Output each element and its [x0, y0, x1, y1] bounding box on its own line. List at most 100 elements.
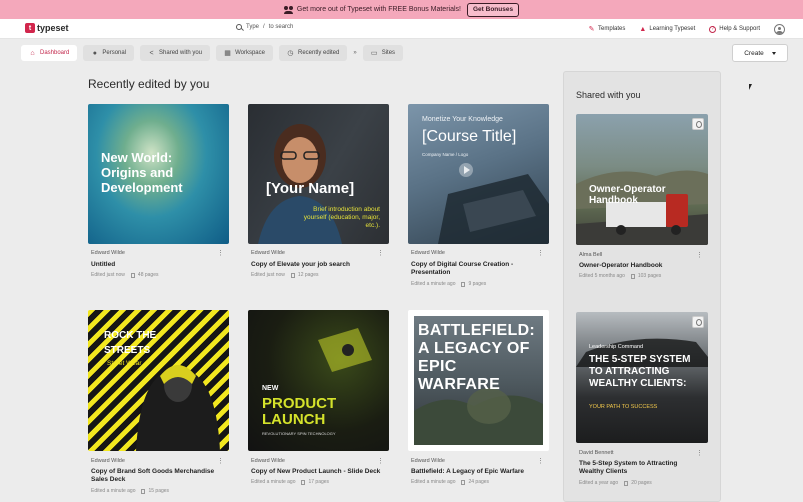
kebab-menu-icon[interactable]: ⋮ — [537, 458, 544, 465]
document-meta: Edited a minute ago 15 pages — [91, 488, 169, 494]
laptop-photo — [438, 163, 549, 244]
user-icon: ● — [92, 49, 97, 57]
battle-photo: BATTLEFIELD: A LEGACY OF EPIC WARFARE — [414, 316, 543, 445]
thumbnail-title: Owner-Operator Handbook — [589, 184, 666, 206]
document-meta: Edited a minute ago 9 pages — [411, 281, 486, 287]
document-thumbnail[interactable]: Leadership Command THE 5-STEP SYSTEM TO … — [576, 312, 708, 443]
thumbnail-subtitle: REVOLUTIONARY SPIN TECHNOLOGY — [262, 431, 336, 436]
search-bar[interactable]: Type / to search — [236, 24, 293, 30]
tab-recently-edited[interactable]: ◷ Recently edited — [278, 45, 348, 61]
thumbnail-kicker: Leadership Command — [589, 344, 644, 350]
document-author: Edward Wilde — [411, 458, 445, 464]
tab-label: Recently edited — [297, 50, 340, 56]
edited-time: Edited just now — [91, 272, 125, 278]
tab-personal[interactable]: ● Personal — [83, 45, 135, 61]
recent-section-title: Recently edited by you — [88, 77, 210, 91]
document-author: Edward Wilde — [251, 458, 285, 464]
document-title[interactable]: The 5-Step System to Attracting Wealthy … — [579, 460, 694, 476]
document-thumbnail[interactable]: ROCK THE STREETS Street Wear — [88, 310, 229, 451]
truck-photo — [576, 170, 708, 245]
tab-shared-with-you[interactable]: < Shared with you — [140, 45, 211, 61]
thumbnail-title: [Your Name] — [266, 180, 355, 197]
page-count: 103 pages — [637, 273, 662, 279]
chevron-down-icon — [771, 51, 776, 55]
document-title[interactable]: Battlefield: A Legacy of Epic Warfare — [411, 468, 546, 476]
document-thumbnail[interactable]: Owner-Operator Handbook — [576, 114, 708, 245]
page-count: 12 pages — [297, 272, 319, 278]
tab-label: Workspace — [235, 50, 265, 56]
tab-label: Sites — [381, 50, 396, 56]
tab-sites[interactable]: ▭ Sites — [362, 45, 404, 61]
document-meta: Edited a year ago 20 pages — [579, 480, 652, 486]
document-thumbnail[interactable]: Monetize Your Knowledge [Course Title] C… — [408, 104, 549, 244]
edited-time: Edited a year ago — [579, 480, 619, 486]
get-bonuses-button[interactable]: Get Bonuses — [466, 2, 520, 17]
help-support-link[interactable]: ? Help & Support — [709, 25, 760, 33]
page-icon — [624, 480, 629, 486]
document-title[interactable]: Copy of Elevate your job search — [251, 261, 386, 269]
edited-time: Edited a minute ago — [251, 479, 296, 485]
document-meta: Edited just now 48 pages — [91, 272, 159, 278]
learning-label: Learning Typeset — [649, 26, 696, 32]
avatar[interactable] — [774, 23, 785, 35]
search-hint-separator: / — [263, 24, 265, 30]
page-icon — [630, 273, 635, 279]
kebab-menu-icon[interactable]: ⋮ — [696, 252, 703, 259]
document-title[interactable]: Copy of Brand Soft Goods Merchandise Sal… — [91, 468, 221, 484]
document-title[interactable]: Owner-Operator Handbook — [579, 262, 704, 270]
templates-link[interactable]: ✎ Templates — [588, 26, 626, 33]
document-author: Alma Bell — [579, 252, 603, 258]
document-author: Edward Wilde — [91, 250, 125, 256]
tab-workspace[interactable]: ▦ Workspace — [216, 45, 273, 61]
thumbnail-title: ROCK THE STREETS — [104, 330, 157, 356]
document-title[interactable]: Untitled — [91, 261, 221, 269]
create-label: Create — [744, 49, 764, 57]
document-meta: Edited just now 12 pages — [251, 272, 319, 278]
document-meta: Edited a minute ago 24 pages — [411, 479, 489, 485]
clock-icon: ◷ — [287, 50, 294, 57]
page-icon — [461, 479, 466, 485]
document-author: Edward Wilde — [411, 250, 445, 256]
edited-time: Edited a minute ago — [91, 488, 136, 494]
shared-badge-icon — [692, 316, 704, 328]
shared-badge-icon — [692, 118, 704, 130]
search-hint-right: to search — [268, 24, 294, 30]
kebab-menu-icon[interactable]: ⋮ — [217, 250, 224, 257]
shared-section-title: Shared with you — [576, 90, 641, 100]
kebab-menu-icon[interactable]: ⋮ — [377, 458, 384, 465]
kebab-menu-icon[interactable]: ⋮ — [377, 250, 384, 257]
kebab-menu-icon[interactable]: ⋮ — [217, 458, 224, 465]
kebab-menu-icon[interactable]: ⋮ — [537, 250, 544, 257]
document-title[interactable]: Copy of New Product Launch - Slide Deck — [251, 468, 386, 476]
graduation-cap-icon: ▲ — [639, 25, 647, 33]
mouse-cursor — [749, 84, 752, 90]
tab-separator: » — [353, 50, 357, 56]
tab-label: Personal — [102, 50, 127, 56]
document-title[interactable]: Copy of Digital Course Creation - Presen… — [411, 261, 531, 277]
tab-dashboard[interactable]: ⌂ Dashboard — [21, 45, 78, 61]
page-count: 15 pages — [148, 488, 170, 494]
edited-time: Edited a minute ago — [411, 281, 456, 287]
create-button[interactable]: Create — [732, 44, 788, 62]
logo-text: typeset — [37, 23, 69, 33]
learning-typeset-link[interactable]: ▲ Learning Typeset — [639, 26, 695, 33]
help-icon: ? — [709, 25, 717, 33]
document-thumbnail[interactable]: BATTLEFIELD: A LEGACY OF EPIC WARFARE — [408, 310, 549, 451]
document-author: Edward Wilde — [91, 458, 125, 464]
edited-time: Edited a minute ago — [411, 479, 456, 485]
help-label: Help & Support — [719, 26, 760, 32]
edited-time: Edited just now — [251, 272, 285, 278]
document-thumbnail[interactable]: [Your Name] Brief introduction about you… — [248, 104, 389, 244]
document-thumbnail[interactable]: New World: Origins and Development — [88, 104, 229, 244]
sites-icon: ▭ — [370, 50, 378, 57]
kebab-menu-icon[interactable]: ⋮ — [696, 450, 703, 457]
promo-banner: Get more out of Typeset with FREE Bonus … — [0, 0, 803, 19]
page-count: 20 pages — [631, 480, 652, 486]
typeset-logo[interactable]: t typeset — [25, 23, 69, 33]
dashboard-tabs: ⌂ Dashboard ● Personal < Shared with you… — [21, 45, 409, 61]
tab-label: Shared with you — [159, 50, 203, 56]
edited-time: Edited 5 months ago — [579, 273, 625, 279]
workspace-icon: ▦ — [224, 50, 231, 57]
document-thumbnail[interactable]: NEW PRODUCT LAUNCH REVOLUTIONARY SPIN TE… — [248, 310, 389, 451]
search-icon — [236, 24, 242, 30]
